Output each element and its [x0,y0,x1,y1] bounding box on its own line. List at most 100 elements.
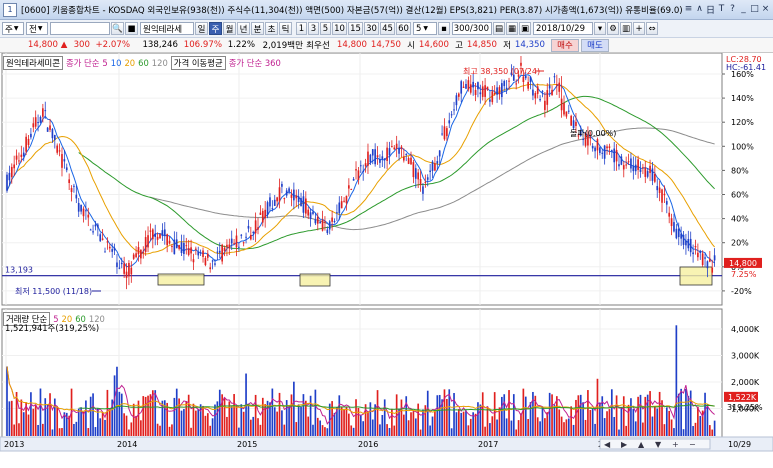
candle-body [288,188,290,192]
highlight-box [299,273,331,287]
window-number-badge[interactable]: 1 [3,2,17,17]
stock-chart[interactable]: 160%140%120%100%80%60%40%20%0%-20%201320… [0,53,773,468]
lock-icon[interactable]: ■ [125,22,138,35]
candle-body [505,87,508,90]
interval-button-5[interactable]: 5 [320,22,331,35]
candle-body [228,244,231,249]
market-select[interactable]: 주 ▼ [2,22,24,35]
filter-icon[interactable]: ▦ [506,22,518,35]
volume-bar [348,413,350,436]
volume-bar [44,398,47,436]
interval-button-3[interactable]: 3 [308,22,319,35]
window-button-4[interactable]: ? [727,2,738,16]
candle-body [32,123,35,128]
chevron-down-icon: ▼ [37,25,43,32]
candle-body [575,121,577,126]
volume-bar [515,429,518,436]
volume-bar [278,392,281,436]
calendar-picker-icon[interactable]: ▾ [594,22,606,35]
buy-button[interactable]: 매수 [551,38,579,52]
period-tab-2[interactable]: 월 [223,22,236,35]
price-axis-label: -20% [731,287,752,296]
candle-body [546,90,549,105]
period-tab-1[interactable]: 주 [209,22,222,35]
candle-body [658,187,661,193]
candle-body [159,233,161,239]
candle-body [209,267,212,270]
settings-icon[interactable]: ⚙ [607,22,619,35]
candle-body [668,212,671,217]
window-button-0[interactable]: ≡ [683,2,694,16]
candle-body [273,199,276,206]
volume-bar [166,402,169,436]
stock-search-input[interactable] [50,22,110,35]
period-tab-4[interactable]: 분 [251,22,264,35]
volume-bar [438,394,441,436]
window-button-3[interactable]: T [716,2,727,16]
window-button-7[interactable]: × [760,2,771,16]
filter-select[interactable]: 전 ▼ [26,22,48,35]
candle-body [73,185,75,187]
candle-body [486,86,489,90]
candle-body [281,183,283,187]
volume-bar [680,388,682,436]
interval-button-10[interactable]: 10 [332,22,347,35]
volume-bar [340,406,343,436]
volume-bar [443,389,446,436]
candle-body [680,233,682,239]
volume-bar [505,418,508,436]
expand-icon[interactable]: ⇔ [646,22,658,35]
candle-body [27,138,30,145]
interval-select[interactable]: 5 ▼ [413,22,437,35]
add-icon[interactable]: + [633,22,645,35]
candle-body [25,136,27,152]
candle-body [558,82,561,92]
window-button-5[interactable]: _ [738,2,749,16]
interval-button-30[interactable]: 30 [364,22,379,35]
volume-bar [670,419,673,436]
volume-bar [620,407,623,436]
high-annotation: 최고 38,350 (07/24) [463,66,540,76]
volume-bar [130,422,133,436]
interval-button-1[interactable]: 1 [296,22,307,35]
candle-body [173,239,176,255]
data-count-field[interactable]: 300/300 [452,22,492,35]
volume-bar [259,424,262,436]
period-tab-5[interactable]: 초 [265,22,278,35]
list-icon[interactable]: ▤ [493,22,505,35]
candle-body [400,146,403,149]
refresh-icon[interactable]: ▪ [438,22,450,35]
window-button-1[interactable]: ∧ [694,2,705,16]
price-change: 300 [73,40,90,50]
candle-body [283,198,286,200]
date-field[interactable]: 2018/10/29 [533,22,593,35]
price-axis-label: 100% [731,142,754,151]
candle-body [467,80,470,90]
price-axis-label: 20% [731,239,749,248]
candle-body [44,110,47,112]
volume-bar [10,400,13,436]
reference-value-label: 13,193 [5,266,33,275]
sell-button[interactable]: 매도 [581,38,609,52]
interval-button-45[interactable]: 45 [380,22,395,35]
period-tab-6[interactable]: 틱 [279,22,292,35]
calendar-icon[interactable]: ▣ [519,22,531,35]
period-tab-3[interactable]: 년 [237,22,250,35]
volume-bar [536,417,539,436]
interval-button-60[interactable]: 60 [396,22,411,35]
candle-body [560,98,563,111]
x-axis-label: 2016 [358,440,378,449]
search-icon[interactable]: 🔍 [111,22,124,35]
volume-bar [539,421,541,436]
scroll-control-icon: ▶ [621,440,628,449]
stock-name-tag: 원익테라세미콘 [3,56,63,70]
window-button-6[interactable]: □ [749,2,760,16]
period-tab-0[interactable]: 일 [195,22,208,35]
grid-icon[interactable]: ▥ [620,22,632,35]
window-button-2[interactable]: 日 [705,2,716,16]
volume-bar [393,425,396,436]
ma-period-60: 60 [138,58,149,68]
candle-body [379,159,381,163]
interval-button-15[interactable]: 15 [348,22,363,35]
candle-body [357,170,360,181]
